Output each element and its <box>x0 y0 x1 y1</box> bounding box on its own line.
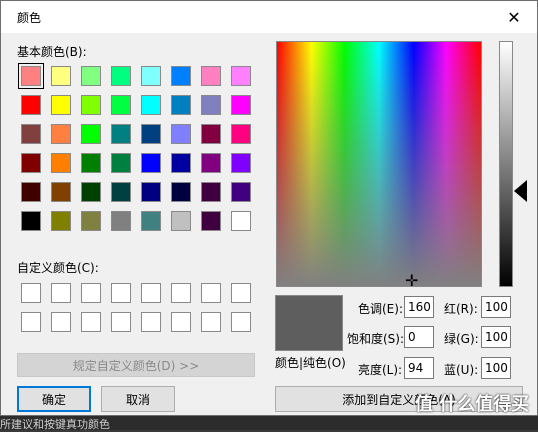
basic-color-swatch[interactable] <box>231 124 251 144</box>
custom-color-swatch[interactable] <box>21 283 41 303</box>
color-preview <box>275 295 343 351</box>
basic-color-swatch[interactable] <box>171 66 191 86</box>
hue-input[interactable]: 160 <box>404 296 434 318</box>
custom-color-swatch[interactable] <box>201 283 221 303</box>
basic-color-swatch[interactable] <box>201 182 221 202</box>
basic-color-swatch[interactable] <box>51 124 71 144</box>
close-button[interactable]: ✕ <box>491 1 537 33</box>
basic-color-swatch[interactable] <box>21 211 41 231</box>
custom-color-swatch[interactable] <box>51 283 71 303</box>
title-bar: 颜色 ✕ <box>1 1 537 33</box>
basic-color-swatch[interactable] <box>231 95 251 115</box>
basic-color-swatch[interactable] <box>51 153 71 173</box>
custom-color-swatch[interactable] <box>171 312 191 332</box>
basic-color-swatch[interactable] <box>81 182 101 202</box>
basic-color-swatch[interactable] <box>201 124 221 144</box>
saturation-label: 饱和度(S): <box>347 332 405 346</box>
basic-color-swatch[interactable] <box>141 66 161 86</box>
basic-color-swatch[interactable] <box>171 95 191 115</box>
basic-color-swatch[interactable] <box>141 153 161 173</box>
basic-color-swatch[interactable] <box>111 153 131 173</box>
basic-color-swatch[interactable] <box>81 95 101 115</box>
custom-color-swatch[interactable] <box>111 312 131 332</box>
custom-color-swatch[interactable] <box>231 283 251 303</box>
basic-color-swatch[interactable] <box>111 211 131 231</box>
blue-input[interactable]: 100 <box>481 357 511 379</box>
basic-color-swatch[interactable] <box>81 211 101 231</box>
custom-color-swatch[interactable] <box>81 283 101 303</box>
saturation-input[interactable]: 0 <box>404 326 434 348</box>
define-custom-colors-button[interactable]: 规定自定义颜色(D) >> <box>17 353 255 377</box>
basic-color-swatch[interactable] <box>201 95 221 115</box>
basic-color-swatch[interactable] <box>171 182 191 202</box>
custom-color-swatch[interactable] <box>141 312 161 332</box>
custom-color-swatch[interactable] <box>141 283 161 303</box>
basic-color-swatch[interactable] <box>141 182 161 202</box>
dialog-title: 颜色 <box>17 11 42 25</box>
basic-color-swatch[interactable] <box>51 182 71 202</box>
custom-color-swatch[interactable] <box>21 312 41 332</box>
luminance-slider[interactable] <box>499 41 513 287</box>
background-strip: 所建议和按键真功颜色 <box>0 416 538 431</box>
spectrum-crosshair-icon: ✛ <box>405 271 419 290</box>
basic-color-swatch[interactable] <box>201 153 221 173</box>
red-input[interactable]: 100 <box>481 296 511 318</box>
basic-color-swatch[interactable] <box>111 124 131 144</box>
color-spectrum[interactable] <box>276 41 482 287</box>
custom-colors-label: 自定义颜色(C): <box>17 261 99 275</box>
custom-color-swatch[interactable] <box>231 312 251 332</box>
basic-color-swatch[interactable] <box>201 211 221 231</box>
color-solid-label: 颜色|纯色(O) <box>275 356 346 370</box>
luminance-arrow-icon[interactable] <box>514 180 527 202</box>
basic-color-swatch[interactable] <box>171 153 191 173</box>
basic-color-swatch[interactable] <box>111 182 131 202</box>
color-dialog: 颜色 ✕ 基本颜色(B): 自定义颜色(C): 规定自定义颜色(D) >> 确定… <box>0 0 538 416</box>
basic-color-swatch[interactable] <box>231 182 251 202</box>
custom-color-swatch[interactable] <box>171 283 191 303</box>
watermark-logo: 值 什么值得买 <box>415 394 530 415</box>
basic-color-swatch[interactable] <box>141 95 161 115</box>
basic-color-swatch[interactable] <box>141 211 161 231</box>
basic-color-swatch[interactable] <box>111 95 131 115</box>
custom-color-swatch[interactable] <box>201 312 221 332</box>
close-icon: ✕ <box>507 7 521 27</box>
basic-color-swatch[interactable] <box>18 63 44 89</box>
green-label: 绿(G): <box>444 332 479 346</box>
basic-color-swatch[interactable] <box>231 153 251 173</box>
basic-color-swatch[interactable] <box>201 66 221 86</box>
luminance-input[interactable]: 94 <box>404 357 434 379</box>
basic-color-swatch[interactable] <box>81 124 101 144</box>
red-label: 红(R): <box>444 302 478 316</box>
basic-color-swatch[interactable] <box>21 124 41 144</box>
basic-color-swatch[interactable] <box>111 66 131 86</box>
luminance-label: 亮度(L): <box>358 363 403 377</box>
basic-color-swatch[interactable] <box>81 153 101 173</box>
basic-color-swatch[interactable] <box>141 124 161 144</box>
basic-color-swatch[interactable] <box>51 95 71 115</box>
basic-color-swatch[interactable] <box>51 211 71 231</box>
ok-button[interactable]: 确定 <box>17 386 91 412</box>
basic-color-swatch[interactable] <box>231 66 251 86</box>
green-input[interactable]: 100 <box>481 326 511 348</box>
basic-color-swatch[interactable] <box>81 66 101 86</box>
basic-color-swatch[interactable] <box>231 211 251 231</box>
basic-color-swatch[interactable] <box>21 153 41 173</box>
basic-color-swatch[interactable] <box>21 182 41 202</box>
custom-color-swatch[interactable] <box>51 312 71 332</box>
basic-colors-label: 基本颜色(B): <box>17 45 87 59</box>
custom-color-swatch[interactable] <box>81 312 101 332</box>
blue-label: 蓝(U): <box>444 363 479 377</box>
hue-label: 色调(E): <box>358 302 403 316</box>
basic-color-swatch[interactable] <box>171 124 191 144</box>
custom-color-swatch[interactable] <box>111 283 131 303</box>
cancel-button[interactable]: 取消 <box>101 386 175 412</box>
basic-color-swatch[interactable] <box>51 66 71 86</box>
basic-color-swatch[interactable] <box>21 95 41 115</box>
basic-color-swatch[interactable] <box>171 211 191 231</box>
